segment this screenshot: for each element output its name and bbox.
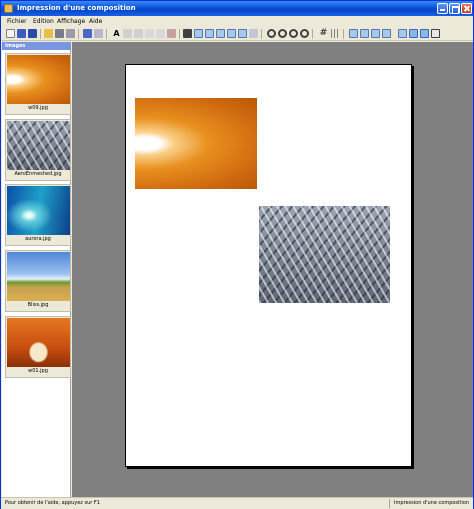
layout-3-icon[interactable] <box>360 29 369 38</box>
undo-icon[interactable] <box>83 29 92 38</box>
placed-image-w09[interactable] <box>135 98 257 189</box>
images-panel: Images w09.jpg AeroEnmeshed.jpg aurora.j… <box>2 42 71 497</box>
placed-image-aeroenmeshed[interactable] <box>259 206 390 303</box>
rotate-icon[interactable] <box>382 29 391 38</box>
thumbnail-label: w01.jpg <box>28 368 48 374</box>
thumbnail-w09[interactable]: w09.jpg <box>5 53 71 115</box>
frame-icon[interactable] <box>398 29 407 38</box>
toolbar-separator <box>106 29 107 39</box>
properties-icon[interactable] <box>409 29 418 38</box>
paste-icon[interactable] <box>167 29 176 38</box>
zoom-in-icon[interactable] <box>278 29 287 38</box>
grid-icon[interactable]: # <box>319 29 328 38</box>
layout-2-icon[interactable] <box>349 29 358 38</box>
save-icon[interactable] <box>28 29 37 38</box>
align-middle-icon[interactable] <box>227 29 236 38</box>
redo-icon[interactable] <box>94 29 103 38</box>
print-icon[interactable] <box>55 29 64 38</box>
status-separator <box>389 499 390 508</box>
menu-fichier[interactable]: Fichier <box>7 18 27 25</box>
toolbar-separator <box>261 29 262 39</box>
thumbnail-list[interactable]: w09.jpg AeroEnmeshed.jpg aurora.jpg Blis… <box>2 51 71 497</box>
snap-icon[interactable] <box>331 29 340 38</box>
align-bottom-icon[interactable] <box>238 29 247 38</box>
minimize-button[interactable] <box>437 3 448 14</box>
thumbnail-image <box>7 252 70 301</box>
layout-1-icon[interactable] <box>249 29 258 38</box>
window-title: Impression d'une composition <box>17 4 136 12</box>
toolbar-separator <box>343 29 344 39</box>
thumbnail-aeroenmeshed[interactable]: AeroEnmeshed.jpg <box>5 119 71 181</box>
thumbnail-label: aurora.jpg <box>25 236 51 242</box>
thumbnail-image <box>7 186 70 235</box>
maximize-icon <box>450 4 459 14</box>
menu-edition[interactable]: Edition <box>33 18 54 25</box>
status-document-title: Impression d'une composition <box>394 500 469 506</box>
settings-icon[interactable] <box>420 29 429 38</box>
thumbnail-label: Bliss.jpg <box>27 302 49 308</box>
thumbnail-aurora[interactable]: aurora.jpg <box>5 184 71 246</box>
thumbnail-label: AeroEnmeshed.jpg <box>14 171 62 177</box>
align-right-icon[interactable] <box>205 29 214 38</box>
thumbnail-w01[interactable]: w01.jpg <box>5 316 71 378</box>
menu-aide[interactable]: Aide <box>89 18 102 25</box>
eraser-icon[interactable] <box>145 29 154 38</box>
text-icon[interactable]: A <box>112 29 121 38</box>
composition-canvas[interactable] <box>72 42 473 497</box>
new-icon[interactable] <box>6 29 15 38</box>
print-page[interactable] <box>125 64 412 467</box>
status-bar: Pour obtenir de l'aide, appuyez sur F1 I… <box>1 497 473 509</box>
toolbar-separator <box>78 29 79 39</box>
page-setup-icon[interactable] <box>431 29 440 38</box>
menu-bar: Fichier Edition Affichage Aide <box>1 16 473 27</box>
thumbnail-bliss[interactable]: Bliss.jpg <box>5 250 71 312</box>
pen-icon[interactable] <box>134 29 143 38</box>
align-left-icon[interactable] <box>183 29 192 38</box>
thumbnail-image <box>7 55 70 104</box>
menu-affichage[interactable]: Affichage <box>57 18 85 25</box>
thumbnail-image <box>7 318 70 367</box>
close-icon <box>462 4 471 13</box>
brush-icon[interactable] <box>123 29 132 38</box>
layout-4-icon[interactable] <box>371 29 380 38</box>
close-button[interactable] <box>461 3 472 14</box>
align-top-icon[interactable] <box>216 29 225 38</box>
copy-icon[interactable] <box>156 29 165 38</box>
toolbar: A # <box>1 27 473 41</box>
toolbar-separator <box>179 29 180 39</box>
thumbnail-label: w09.jpg <box>28 105 48 111</box>
application-window: Impression d'une composition Fichier Edi… <box>0 0 474 509</box>
align-center-icon[interactable] <box>194 29 203 38</box>
minimize-icon <box>438 4 447 13</box>
app-icon[interactable] <box>4 4 13 13</box>
title-bar[interactable]: Impression d'une composition <box>1 1 473 16</box>
print-preview-icon[interactable] <box>66 29 75 38</box>
images-panel-header: Images <box>2 42 71 50</box>
folder-icon[interactable] <box>44 29 53 38</box>
zoom-icon[interactable] <box>267 29 276 38</box>
zoom-fit-icon[interactable] <box>300 29 309 38</box>
zoom-out-icon[interactable] <box>289 29 298 38</box>
open-icon[interactable] <box>17 29 26 38</box>
maximize-button[interactable] <box>449 3 460 14</box>
toolbar-separator <box>40 29 41 39</box>
status-help-text: Pour obtenir de l'aide, appuyez sur F1 <box>5 500 100 506</box>
toolbar-separator <box>312 29 313 39</box>
thumbnail-image <box>7 121 70 170</box>
